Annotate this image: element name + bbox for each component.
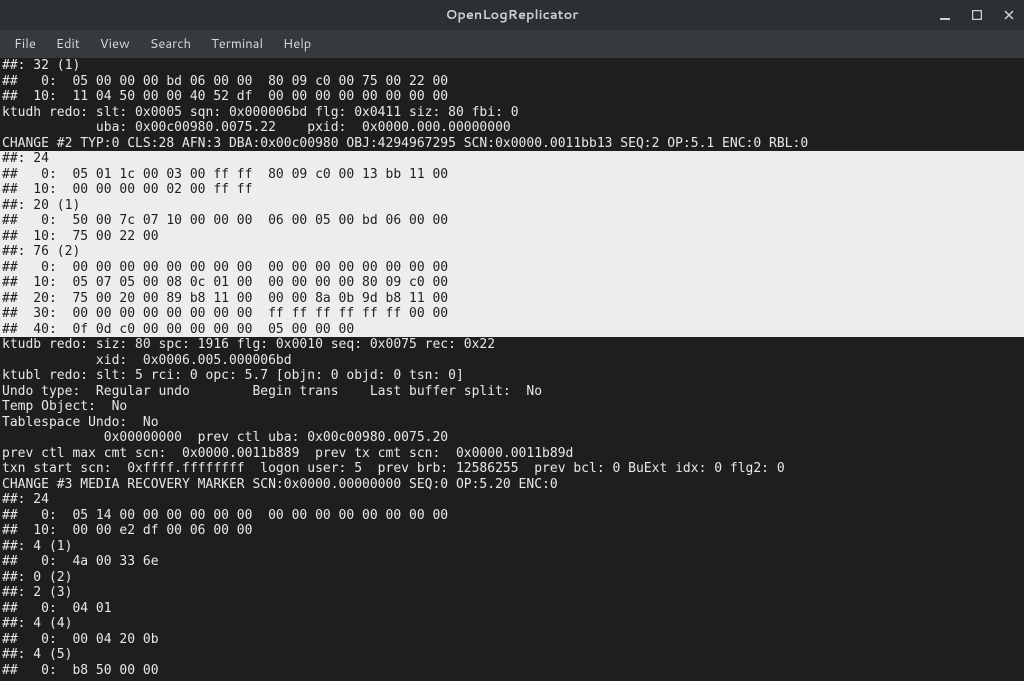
terminal-line: CHANGE #2 TYP:0 CLS:28 AFN:3 DBA:0x00c00…: [0, 136, 1024, 152]
terminal-line-selected: ## 0: 00 00 00 00 00 00 00 00 00 00 00 0…: [0, 260, 1024, 276]
terminal-line: ## 10: 11 04 50 00 00 40 52 df 00 00 00 …: [0, 89, 1024, 105]
terminal-line: ##: 32 (1): [0, 58, 1024, 74]
terminal-line-selected: ## 30: 00 00 00 00 00 00 00 00 ff ff ff …: [0, 306, 1024, 322]
terminal-line-selected: ## 10: 75 00 22 00: [0, 229, 1024, 245]
terminal-line-selected: ##: 76 (2): [0, 244, 1024, 260]
menu-terminal[interactable]: Terminal: [201, 31, 273, 57]
terminal-line: ## 0: b8 50 00 00: [0, 663, 1024, 679]
terminal-line: ## 0: 04 01: [0, 601, 1024, 617]
terminal-line: txn start scn: 0xffff.ffffffff logon use…: [0, 461, 1024, 477]
terminal-line: Tablespace Undo: No: [0, 415, 1024, 431]
terminal-line: ## 0: 05 14 00 00 00 00 00 00 00 00 00 0…: [0, 508, 1024, 524]
terminal-line: ktudh redo: slt: 0x0005 sqn: 0x000006bd …: [0, 105, 1024, 121]
maximize-button[interactable]: [968, 6, 986, 24]
terminal-line: ## 0: 00 04 20 0b: [0, 632, 1024, 648]
terminal-line: Temp Object: No: [0, 399, 1024, 415]
terminal-line-selected: ## 10: 00 00 00 00 02 00 ff ff: [0, 182, 1024, 198]
terminal-line-selected: ## 40: 0f 0d c0 00 00 00 00 00 05 00 00 …: [0, 322, 1024, 338]
terminal-line: prev ctl max cmt scn: 0x0000.0011b889 pr…: [0, 446, 1024, 462]
terminal-line: ##: 24: [0, 492, 1024, 508]
terminal-line: ##: 4 (4): [0, 616, 1024, 632]
menu-search[interactable]: Search: [140, 31, 201, 57]
terminal-line: Undo type: Regular undo Begin trans Last…: [0, 384, 1024, 400]
terminal-line: xid: 0x0006.005.000006bd: [0, 353, 1024, 369]
terminal-line: CHANGE #3 MEDIA RECOVERY MARKER SCN:0x00…: [0, 477, 1024, 493]
menubar: File Edit View Search Terminal Help: [0, 30, 1024, 58]
terminal-line: ##: 4 (5): [0, 647, 1024, 663]
terminal-line-selected: ## 10: 05 07 05 00 08 0c 01 00 00 00 00 …: [0, 275, 1024, 291]
terminal-line: ##: 2 (3): [0, 585, 1024, 601]
terminal-line: 0x00000000 prev ctl uba: 0x00c00980.0075…: [0, 430, 1024, 446]
terminal-line: ##: 0 (2): [0, 570, 1024, 586]
minimize-button[interactable]: [936, 6, 954, 24]
close-button[interactable]: [1000, 6, 1018, 24]
terminal-line-selected: ## 0: 05 01 1c 00 03 00 ff ff 80 09 c0 0…: [0, 167, 1024, 183]
terminal-line: ##: 4 (1): [0, 539, 1024, 555]
titlebar: OpenLogReplicator: [0, 0, 1024, 30]
terminal-line: ## 10: 00 00 e2 df 00 06 00 00: [0, 523, 1024, 539]
terminal-line: uba: 0x00c00980.0075.22 pxid: 0x0000.000…: [0, 120, 1024, 136]
terminal-line: ## 0: 4a 00 33 6e: [0, 554, 1024, 570]
window-title: OpenLogReplicator: [446, 6, 579, 24]
terminal-line: ktudb redo: siz: 80 spc: 1916 flg: 0x001…: [0, 337, 1024, 353]
terminal-line: ## 0: 05 00 00 00 bd 06 00 00 80 09 c0 0…: [0, 74, 1024, 90]
terminal-line-selected: ##: 24: [0, 151, 1024, 167]
terminal-line-selected: ## 0: 50 00 7c 07 10 00 00 00 06 00 05 0…: [0, 213, 1024, 229]
terminal-output[interactable]: ##: 32 (1)## 0: 05 00 00 00 bd 06 00 00 …: [0, 58, 1024, 681]
menu-edit[interactable]: Edit: [46, 31, 90, 57]
terminal-line-selected: ##: 20 (1): [0, 198, 1024, 214]
terminal-line-selected: ## 20: 75 00 20 00 89 b8 11 00 00 00 8a …: [0, 291, 1024, 307]
menu-help[interactable]: Help: [273, 31, 321, 57]
menu-view[interactable]: View: [90, 31, 140, 57]
menu-file[interactable]: File: [4, 31, 46, 57]
window-controls: [936, 0, 1018, 30]
terminal-line: ktubl redo: slt: 5 rci: 0 opc: 5.7 [objn…: [0, 368, 1024, 384]
